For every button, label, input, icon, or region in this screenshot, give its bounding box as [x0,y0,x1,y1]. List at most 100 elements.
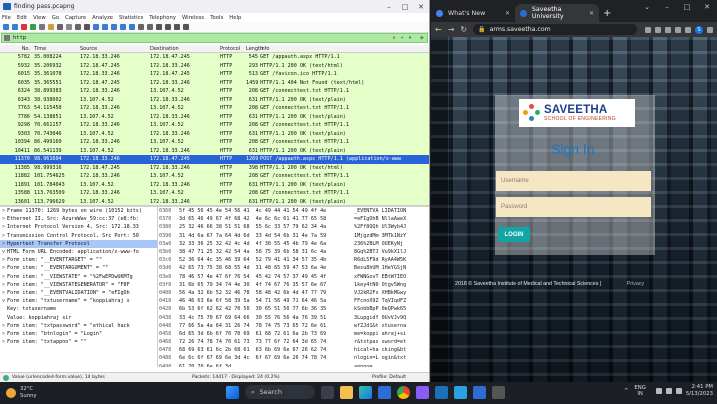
detail-row[interactable]: > Frame 11370: 1269 bytes on wire (10152 … [0,207,157,215]
expand-toggle-icon[interactable]: v [0,249,7,255]
hex-row[interactable]: 0470 68 69 63 61 6c 2b 68 61 63 6b 69 6e … [159,346,429,354]
detail-row[interactable]: v Form item: "txtusername" = "koppiahraj… [0,297,157,305]
go-forward-icon[interactable] [102,24,108,30]
profile-avatar[interactable]: S [695,25,703,34]
minimize-button[interactable]: – [381,0,397,13]
hex-row[interactable]: 03f0 31 6b 65 79 34 74 4e 30 4f 74 67 76 … [159,281,429,289]
expand-toggle-icon[interactable]: > [0,331,7,337]
packet-row[interactable]: 9298 70.661157 172.18.33.246 13.107.4.52 HTT… [0,121,429,130]
packet-row[interactable]: 13601 113.796629 13.107.4.52 172.18.33.246 H… [0,197,429,205]
bookmark-star-icon[interactable] [665,26,671,33]
hex-row[interactable]: 0360 5f 45 56 45 4e 54 56 41 4c 49 44 41 … [159,207,429,215]
detail-row[interactable]: > Internet Protocol Version 4, Src: 172.1… [0,223,157,231]
back-icon[interactable]: ← [435,25,442,34]
hex-row[interactable]: 0380 25 32 46 66 38 51 51 68 55 6c 33 57 … [159,223,429,231]
expand-toggle-icon[interactable]: > [0,339,7,345]
zoom-in-icon[interactable] [156,24,162,30]
menu-item-capture[interactable]: Capture [65,15,86,21]
lock-icon[interactable]: 🔒 [478,26,485,33]
packet-row[interactable]: 7763 54.115450 172.18.33.246 13.107.4.52 HTT… [0,104,429,113]
app-icon[interactable] [416,385,429,399]
close-button[interactable]: ✕ [697,0,717,13]
expand-toggle-icon[interactable]: > [0,216,7,222]
hex-row[interactable]: 03c0 52 36 64 4c 35 46 39 64 52 79 41 41 … [159,256,429,264]
privacy-link[interactable]: Privacy [627,281,644,287]
tab-search-icon[interactable]: ⌄ [637,0,657,13]
save-icon[interactable] [57,24,63,30]
expand-toggle-icon[interactable]: > [0,290,7,296]
col-info[interactable]: Info [260,46,429,52]
packet-row[interactable]: 6035 35.365551 172.18.47.245 172.18.33.246 H… [0,78,429,87]
close-button[interactable]: ✕ [413,0,429,13]
hex-row[interactable]: 0450 6d 65 3d 6b 6f 70 70 69 61 68 72 61 … [159,330,429,338]
start-icon[interactable] [226,385,239,399]
volume-icon[interactable] [665,388,672,394]
hex-row[interactable]: 0370 3d 65 46 49 67 4f 68 42 4e 6c 6c 61 … [159,215,429,223]
hex-row[interactable]: 03d0 42 65 73 75 38 68 55 4d 31 48 65 59 … [159,264,429,272]
detail-row[interactable]: > Form item: "txtpassword" = "ethical ha… [0,322,157,330]
col-protocol[interactable]: Protocol [220,46,246,52]
menu-item-wireless[interactable]: Wireless [182,15,204,21]
expand-toggle-icon[interactable]: > [0,282,7,288]
expert-info-icon[interactable] [3,374,9,381]
reload-icon[interactable]: ↻ [460,25,467,34]
expand-toggle-icon[interactable]: v [0,298,7,304]
packet-row[interactable]: 6324 38.899383 172.18.33.246 13.107.4.52 HTT… [0,87,429,96]
menu-item-statistics[interactable]: Statistics [119,15,143,21]
first-packet-icon[interactable] [120,24,126,30]
weather-widget[interactable]: 32°C Sunny [6,386,37,399]
menu-item-go[interactable]: Go [52,15,59,21]
hex-row[interactable]: 0400 56 4a 32 6b 52 32 46 78 58 48 42 6b … [159,289,429,297]
find-icon[interactable] [84,24,90,30]
status-profile[interactable]: Profile: Default [372,375,406,380]
packet-row[interactable]: 6343 38.938002 13.107.4.52 172.18.33.246 HTT… [0,95,429,104]
extensions-icon[interactable] [675,26,681,33]
password-field[interactable]: Password [496,197,651,217]
store-icon[interactable] [378,385,391,399]
detail-row[interactable]: > Form item: "txtappno" = "" [0,338,157,346]
hex-row[interactable]: 0490 61 70 70 6e 6f 3d appno= [159,363,429,367]
zoom-out-icon[interactable] [165,24,171,30]
restore-button[interactable]: □ [677,0,697,13]
menu-item-help[interactable]: Help [229,15,241,21]
packet-row[interactable]: 13588 113.763509 172.18.33.246 13.107.4.52 H… [0,189,429,198]
edge-icon[interactable] [359,385,372,399]
packet-list[interactable]: No. Time Source Destination Protocol Len… [0,45,429,205]
detail-row[interactable]: > Form item: "__EVENTARGUMENT" = "" [0,264,157,272]
goto-packet-icon[interactable] [111,24,117,30]
new-tab-button[interactable]: + [603,8,611,19]
task-view-icon[interactable] [321,385,334,399]
packet-row[interactable]: 10411 86.541139 13.107.4.52 172.18.33.246 HT… [0,146,429,155]
expand-toggle-icon[interactable]: > [0,224,7,230]
expand-toggle-icon[interactable]: > [0,323,7,329]
recent-filters-icon[interactable]: ▾ [407,35,413,41]
forward-icon[interactable]: → [448,25,455,34]
bookmark-icon[interactable] [4,35,10,41]
reload-icon[interactable] [75,24,81,30]
add-filter-button[interactable]: + [420,34,424,42]
detail-row[interactable]: Key: txtusername [0,305,157,313]
detail-row[interactable]: > Form item: "btnlogin" = "Login" [0,330,157,338]
username-field[interactable]: Username [496,171,651,191]
expand-toggle-icon[interactable]: > [0,208,7,214]
packet-row[interactable]: 5782 35.008224 172.18.33.246 172.18.47.245 H… [0,53,429,62]
close-file-icon[interactable] [66,24,72,30]
hex-row[interactable]: 0430 33 4c 75 70 67 69 64 66 30 55 76 56 … [159,313,429,321]
address-bar[interactable]: 🔒 arms.saveetha.com [473,24,637,35]
tab-whats-new[interactable]: What's New ✕ [431,4,515,22]
display-filter-bar[interactable]: http ✕ ➜ ▾ + [1,33,428,43]
detail-row[interactable]: > Form item: "__EVENTTARGET" = "" [0,256,157,264]
hex-row[interactable]: 0440 77 66 5a 4a 64 31 26 74 78 74 75 73 … [159,322,429,330]
detail-row[interactable]: v HTML Form URL Encoded: application/x-ww… [0,248,157,256]
hex-row[interactable]: 0460 72 26 74 78 74 70 61 73 73 77 6f 72 … [159,338,429,346]
menu-item-file[interactable]: File [2,15,11,21]
open-icon[interactable] [3,24,9,30]
file-explorer-icon[interactable] [340,385,353,399]
col-source[interactable]: Source [80,46,150,52]
hex-row[interactable]: 03e0 78 46 57 4e 47 6f 76 54 45 42 74 57 … [159,273,429,281]
expand-toggle-icon[interactable]: > [0,265,7,271]
close-tab-icon[interactable]: ✕ [505,10,510,17]
menu-item-analyze[interactable]: Analyze [92,15,113,21]
detail-row[interactable]: > Hypertext Transfer Protocol [0,239,157,248]
packet-row[interactable]: 6015 35.361078 172.18.33.246 172.18.47.245 H… [0,70,429,79]
